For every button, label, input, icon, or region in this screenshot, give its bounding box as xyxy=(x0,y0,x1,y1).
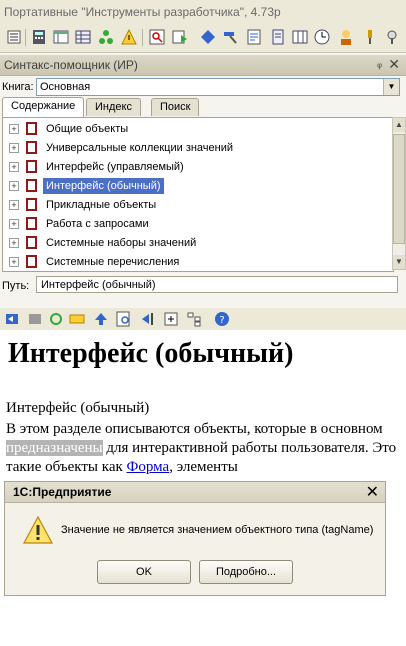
window-title: Портативные "Инструменты разработчика", … xyxy=(4,5,281,19)
clock-icon[interactable] xyxy=(314,29,330,45)
goto-icon[interactable] xyxy=(140,311,156,327)
highlighted-word: предназначены xyxy=(6,440,103,456)
tree-item[interactable]: + Системные перечисления xyxy=(3,253,383,272)
list-icon[interactable] xyxy=(6,29,22,45)
scroll-thumb[interactable] xyxy=(393,134,405,244)
settings-icon[interactable] xyxy=(384,29,400,45)
path-row: Путь: Интерфейс (обычный) xyxy=(0,276,406,296)
calculator-icon[interactable] xyxy=(31,29,47,45)
tree-item-label: Интерфейс (обычный) xyxy=(43,178,164,194)
book-icon xyxy=(25,159,39,174)
book-icon xyxy=(25,197,39,212)
wand-icon[interactable] xyxy=(121,29,137,45)
tree-item[interactable]: + Работа с запросами xyxy=(3,215,383,234)
back-icon[interactable] xyxy=(4,311,20,327)
expand-icon[interactable]: + xyxy=(9,219,19,229)
book-icon xyxy=(25,121,39,136)
path-field[interactable]: Интерфейс (обычный) xyxy=(36,276,398,293)
book-icon xyxy=(25,235,39,250)
tree-item-label: Прикладные объекты xyxy=(46,199,157,211)
tree-item-label: Универсальные коллекции значений xyxy=(46,142,234,154)
scroll-down-icon[interactable]: ▼ xyxy=(393,255,405,269)
document-icon[interactable] xyxy=(270,29,286,45)
book-selector: Книга: Основная ▼ xyxy=(0,78,406,96)
tree-item[interactable]: + Общие объекты xyxy=(3,120,383,139)
refresh-icon[interactable] xyxy=(48,311,64,327)
forward-icon[interactable] xyxy=(27,311,43,327)
pin-panel-icon[interactable]: ᵩ xyxy=(377,58,382,70)
tab-contents[interactable]: Содержание xyxy=(2,97,85,117)
help-icon[interactable]: ? xyxy=(214,311,230,327)
tab-bar: Содержание Индекс Поиск xyxy=(0,97,406,117)
chevron-down-icon[interactable]: ▼ xyxy=(383,79,399,95)
tree-icon[interactable] xyxy=(98,29,114,45)
book-icon xyxy=(25,178,39,193)
book-icon xyxy=(25,140,39,155)
expand-icon[interactable]: + xyxy=(9,200,19,210)
scroll-up-icon[interactable]: ▲ xyxy=(393,118,405,132)
page-paragraph: В этом разделе описываются объекты, кото… xyxy=(6,421,397,475)
contents-tree: + Общие объекты + Универсальные коллекции … xyxy=(2,117,394,272)
run-icon[interactable] xyxy=(172,29,188,45)
tree-item[interactable]: + Системные наборы значений xyxy=(3,234,383,253)
warning-icon xyxy=(22,515,54,544)
tree-item[interactable]: + Универсальные коллекции значений xyxy=(3,139,383,158)
tree-item[interactable]: + Интерфейс (управляемый) xyxy=(3,158,383,177)
details-button[interactable]: Подробно... xyxy=(199,560,293,584)
title-bar: Портативные "Инструменты разработчика", … xyxy=(0,0,406,24)
dialog-title: 1С:Предприятие xyxy=(13,485,112,499)
pin-icon[interactable] xyxy=(362,29,378,45)
expand-icon[interactable]: + xyxy=(9,257,19,267)
diamond-icon[interactable] xyxy=(200,29,216,45)
tree-item-label: Системные перечисления xyxy=(46,256,180,268)
book-label: Книга: xyxy=(2,81,34,93)
user-icon[interactable] xyxy=(338,29,354,45)
tree-item-label: Работа с запросами xyxy=(46,218,149,230)
search-icon[interactable] xyxy=(149,29,165,45)
panel-title: Синтакс-помощник (ИР) xyxy=(4,58,138,72)
book-select[interactable]: Основная ▼ xyxy=(36,78,400,96)
tree-scrollbar[interactable]: ▲ ▼ xyxy=(392,117,406,270)
svg-text:?: ? xyxy=(219,315,224,326)
dialog-header: 1С:Предприятие ✕ xyxy=(5,482,385,503)
form-link[interactable]: Форма xyxy=(127,459,170,475)
sync-icon[interactable] xyxy=(69,311,85,327)
tree-item-label: Общие объекты xyxy=(46,123,129,135)
book-value: Основная xyxy=(40,81,91,93)
path-label: Путь: xyxy=(2,280,30,292)
tab-search[interactable]: Поиск xyxy=(151,98,200,116)
expand-icon[interactable]: + xyxy=(9,238,19,248)
columns-icon[interactable] xyxy=(292,29,308,45)
close-panel-icon[interactable]: ✕ xyxy=(388,56,400,73)
help-toolbar: ? xyxy=(0,308,406,330)
main-toolbar xyxy=(0,24,406,53)
panel-header: Синтакс-помощник (ИР) ᵩ ✕ xyxy=(0,55,406,76)
tree-item-selected[interactable]: + Интерфейс (обычный) xyxy=(3,177,383,196)
tab-index[interactable]: Индекс xyxy=(86,98,141,116)
grid-icon[interactable] xyxy=(75,29,91,45)
tree-item-label: Системные наборы значений xyxy=(46,237,197,249)
expand-icon[interactable]: + xyxy=(9,143,19,153)
tree-view-icon[interactable] xyxy=(186,311,202,327)
tree-item-label: Интерфейс (управляемый) xyxy=(46,161,184,173)
up-icon[interactable] xyxy=(93,311,109,327)
book-icon xyxy=(25,216,39,231)
expand-icon[interactable]: + xyxy=(9,162,19,172)
error-dialog: 1С:Предприятие ✕ Значение не является зн… xyxy=(4,481,386,596)
page-heading: Интерфейс (обычный) xyxy=(8,338,294,369)
expand-icon[interactable]: + xyxy=(9,181,19,191)
book-icon xyxy=(25,254,39,269)
page-subheading: Интерфейс (обычный) xyxy=(6,400,150,416)
expand-icon[interactable]: + xyxy=(9,124,19,134)
close-icon[interactable]: ✕ xyxy=(366,482,379,502)
tree-item[interactable]: + Прикладные объекты xyxy=(3,196,383,215)
table-icon[interactable] xyxy=(53,29,69,45)
find-icon[interactable] xyxy=(116,311,132,327)
expand-all-icon[interactable] xyxy=(163,311,179,327)
dialog-message: Значение не является значением объектног… xyxy=(61,524,374,536)
properties-icon[interactable] xyxy=(246,29,262,45)
hammer-icon[interactable] xyxy=(222,29,238,45)
ok-button[interactable]: OK xyxy=(97,560,191,584)
